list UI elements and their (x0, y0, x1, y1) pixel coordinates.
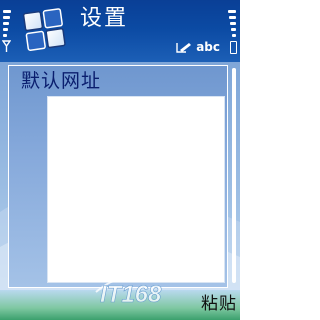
scrollbar-thumb[interactable] (232, 68, 236, 283)
input-mode-indicator: abc (176, 40, 220, 54)
signal-strength-bars (3, 10, 11, 40)
default-url-input[interactable] (47, 96, 225, 283)
default-url-label: 默认网址 (21, 70, 102, 92)
battery-icon (230, 41, 237, 54)
settings-grid-icon (22, 8, 66, 51)
antenna-icon (2, 40, 11, 52)
title-bar: 设置 abc (0, 0, 240, 62)
input-mode-label: abc (196, 40, 220, 54)
main-content: 默认网址 (0, 62, 240, 292)
pen-icon (176, 43, 192, 53)
paste-softkey[interactable]: 粘贴 (201, 292, 237, 316)
it168-watermark: IT168 (95, 269, 199, 308)
battery-level-bars (228, 10, 236, 40)
page-title: 设置 (80, 6, 129, 31)
scrollbar[interactable] (232, 68, 236, 283)
watermark-text: IT168 (100, 281, 162, 308)
settings-panel: 默认网址 (8, 65, 228, 288)
